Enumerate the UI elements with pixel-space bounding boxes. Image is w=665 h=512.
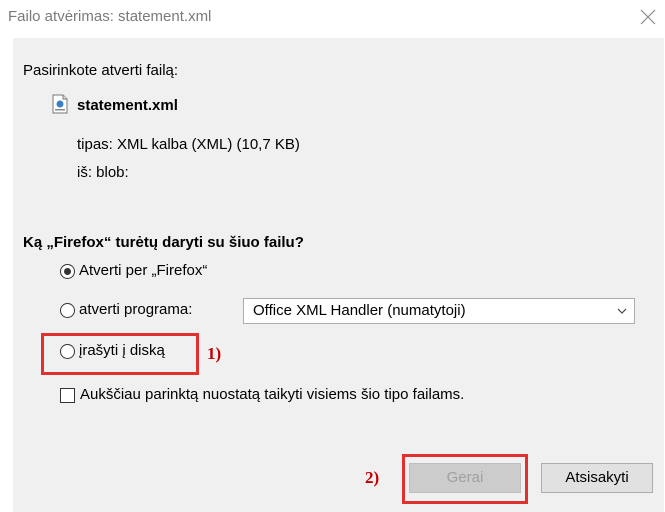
program-select[interactable]: Office XML Handler (numatytoji) bbox=[243, 298, 635, 324]
dialog-body: Pasirinkote atverti failą: statement.xml… bbox=[13, 38, 664, 512]
window-title: Failo atvėrimas: statement.xml bbox=[8, 8, 212, 25]
file-type: tipas: XML kalba (XML) (10,7 KB) bbox=[77, 136, 300, 153]
ok-button[interactable]: Gerai bbox=[409, 463, 521, 493]
radio-open-program[interactable] bbox=[60, 303, 75, 318]
cancel-button[interactable]: Atsisakyti bbox=[541, 463, 653, 493]
annotation-label-1: 1) bbox=[207, 344, 222, 363]
close-icon[interactable] bbox=[629, 0, 663, 32]
remember-checkbox[interactable] bbox=[60, 388, 75, 403]
radio-open-firefox[interactable] bbox=[60, 264, 75, 279]
annotation-label-2: 2) bbox=[365, 468, 380, 487]
radio-open-program-label[interactable]: atverti programa: bbox=[79, 301, 192, 318]
radio-save-disk-label[interactable]: įrašyti į diską bbox=[79, 342, 165, 359]
chevron-down-icon bbox=[617, 308, 627, 314]
radio-save-disk[interactable] bbox=[60, 344, 75, 359]
file-name: statement.xml bbox=[77, 97, 178, 114]
radio-open-firefox-label[interactable]: Atverti per „Firefox“ bbox=[79, 262, 207, 279]
title-bar: Failo atvėrimas: statement.xml bbox=[0, 0, 665, 38]
xml-file-icon bbox=[52, 94, 68, 114]
intro-label: Pasirinkote atverti failą: bbox=[23, 62, 179, 79]
program-select-value: Office XML Handler (numatytoji) bbox=[253, 302, 466, 319]
remember-label[interactable]: Aukščiau parinktą nuostatą taikyti visie… bbox=[80, 386, 464, 403]
file-source: iš: blob: bbox=[77, 164, 129, 181]
question-heading: Ką „Firefox“ turėtų daryti su šiuo failu… bbox=[23, 234, 304, 251]
